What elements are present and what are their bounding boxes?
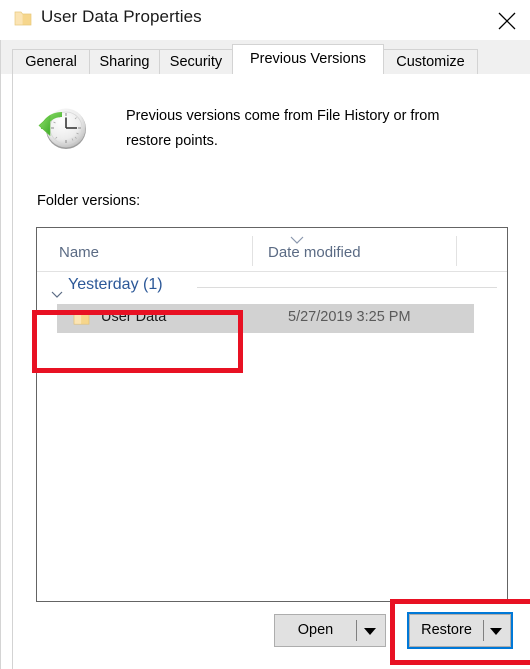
tab-previous-versions[interactable]: Previous Versions (232, 44, 384, 74)
tab-general[interactable]: General (12, 49, 90, 74)
tab-strip: General Sharing Security Previous Versio… (1, 40, 530, 74)
open-button[interactable]: Open (274, 614, 386, 647)
open-button-label: Open (297, 622, 334, 638)
group-header-rule (197, 287, 497, 288)
title-bar: User Data Properties (0, 0, 530, 40)
tab-customize[interactable]: Customize (383, 49, 478, 74)
caret-down-icon[interactable] (490, 628, 502, 635)
restore-button[interactable]: Restore (409, 614, 511, 647)
clock-restore-icon (37, 101, 91, 155)
close-button[interactable] (484, 0, 530, 38)
column-divider[interactable] (456, 236, 457, 266)
tab-security[interactable]: Security (159, 49, 233, 74)
folder-versions-list[interactable]: Name Date modified Yesterday (1) User Da… (36, 227, 508, 602)
chevron-down-icon[interactable] (51, 285, 63, 298)
table-row[interactable]: User Data 5/27/2019 3:25 PM (57, 304, 474, 333)
caret-down-icon[interactable] (364, 628, 376, 635)
properties-dialog: User Data Properties General Sharing Sec… (0, 0, 530, 669)
folder-icon (14, 10, 32, 27)
group-header-yesterday[interactable]: Yesterday (1) (37, 276, 507, 302)
column-divider[interactable] (252, 236, 253, 266)
tab-panel-previous-versions: Previous versions come from File History… (12, 74, 530, 669)
description-text: Previous versions come from File History… (126, 108, 440, 149)
row-name: User Data (101, 309, 167, 325)
button-separator (356, 620, 357, 641)
column-header-date-modified[interactable]: Date modified (268, 244, 361, 261)
button-separator (483, 620, 484, 641)
group-header-label: Yesterday (1) (68, 276, 163, 293)
folder-icon (73, 310, 90, 326)
row-date-modified: 5/27/2019 3:25 PM (288, 309, 411, 325)
tab-sharing[interactable]: Sharing (89, 49, 160, 74)
folder-versions-label: Folder versions: (37, 193, 141, 209)
list-column-header: Name Date modified (37, 228, 507, 272)
restore-button-label: Restore (421, 622, 472, 638)
close-icon (498, 12, 516, 30)
column-header-name[interactable]: Name (59, 244, 99, 261)
sort-chevron-down-icon (290, 231, 304, 244)
window-left-edge (0, 0, 1, 669)
window-title: User Data Properties (41, 7, 202, 26)
